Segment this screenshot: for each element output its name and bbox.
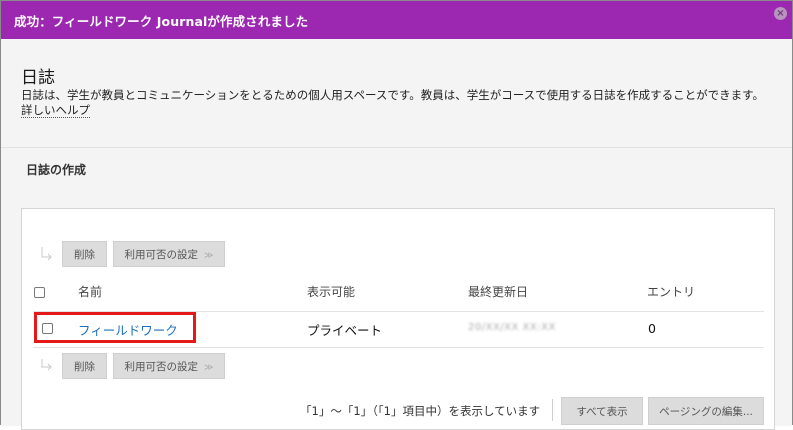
entries-cell: 0 [648,321,656,336]
page-description: 日誌は、学生が教員とコミュニケーションをとるための個人用スペースです。教員は、学… [21,88,765,102]
show-all-button[interactable]: すべて表示 [561,397,643,425]
availability-label: 利用可否の設定 [124,249,199,261]
section-label: 日誌の作成 [26,163,87,177]
chevron-down-icon: ≫ [204,251,214,261]
bulk-action-arrow-bottom-icon [41,359,52,371]
chevron-down-icon: ≫ [204,363,214,373]
close-icon[interactable]: × [774,7,787,20]
column-header-last-updated[interactable]: 最終更新日 [468,283,528,300]
select-all-checkbox[interactable] [34,287,45,298]
column-header-entries[interactable]: エントリ [647,283,695,300]
page-title: 日誌 [21,68,55,88]
delete-button-bottom[interactable]: 削除 [62,353,107,379]
availability-button-top[interactable]: 利用可否の設定 ≫ [113,241,225,267]
success-banner: 成功：フィールドワーク Journalが作成されました × [1,1,792,39]
column-header-name[interactable]: 名前 [78,283,102,300]
delete-button-top[interactable]: 削除 [62,241,107,267]
column-header-visibility[interactable]: 表示可能 [307,283,355,300]
success-message: 成功：フィールドワーク Journalが作成されました [14,14,309,29]
availability-label: 利用可否の設定 [124,361,199,373]
highlight-box [34,312,196,343]
edit-paging-button[interactable]: ページングの編集... [648,397,764,425]
visibility-cell: プライベート [307,323,383,338]
bulk-action-arrow-icon [41,247,52,261]
intro-header: 日誌 日誌は、学生が教員とコミュニケーションをとるための個人用スペースです。教員… [1,39,792,147]
help-link[interactable]: 詳しいヘルプ [21,103,90,118]
pager-divider [552,399,553,421]
last-updated-cell: 20/XX/XX XX:XX [468,322,556,333]
availability-button-bottom[interactable]: 利用可否の設定 ≫ [113,353,225,379]
pager-summary: 「1」～「1」（「1」項目中）を表示しています [300,404,541,418]
row-divider [33,347,764,348]
section-header: 日誌の作成 [1,147,792,191]
